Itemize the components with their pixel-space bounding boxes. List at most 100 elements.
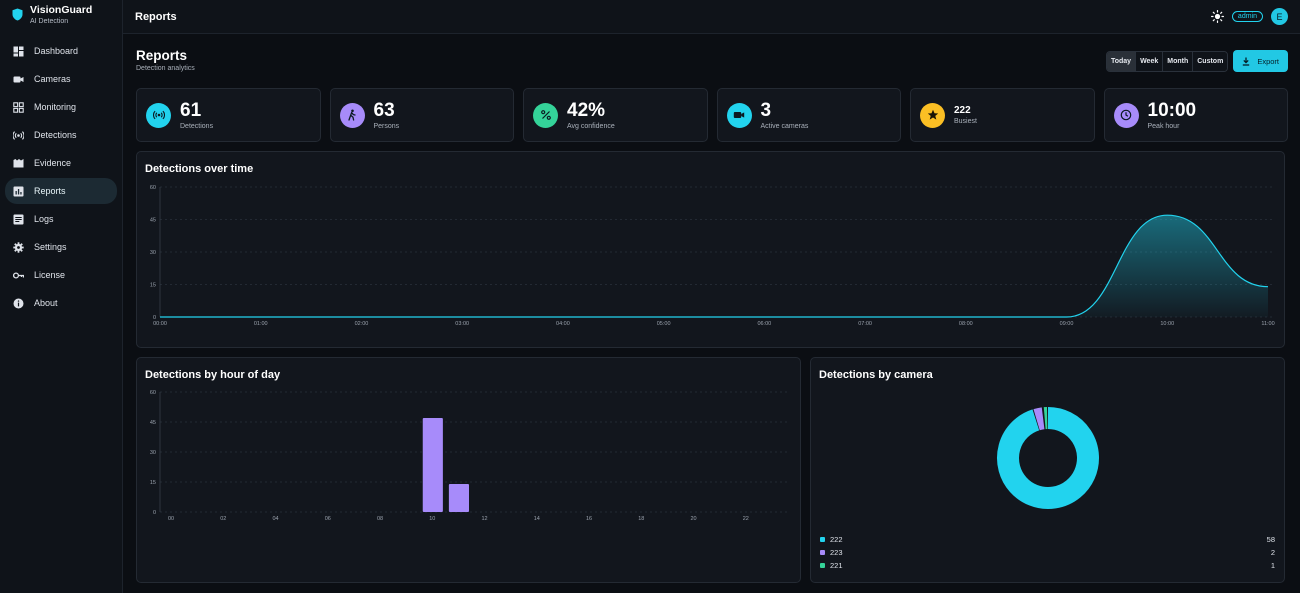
sidebar-item-detections[interactable]: Detections <box>5 122 117 148</box>
legend-swatch <box>820 563 825 568</box>
range-option-month[interactable]: Month <box>1163 51 1194 71</box>
x-tick-label: 11:00 <box>1261 321 1274 327</box>
sidebar-item-license[interactable]: License <box>5 262 117 288</box>
film-icon <box>13 158 24 169</box>
x-tick-label: 04 <box>273 516 279 522</box>
key-icon <box>13 270 24 281</box>
range-selector: Today Week Month Custom <box>1105 50 1229 72</box>
brand[interactable]: VisionGuard AI Detection <box>0 0 122 34</box>
stat-value: 42% <box>567 99 606 121</box>
sidebar-item-monitoring[interactable]: Monitoring <box>5 94 117 120</box>
detections-over-time-card: Detections over time 0 15 30 45 60 00:00 01:00… <box>136 151 1285 348</box>
y-tick-label: 0 <box>153 510 156 516</box>
sidebar-item-label: Detections <box>34 130 77 140</box>
legend-value: 1 <box>1270 561 1275 570</box>
stat-card: 10:00 Peak hour <box>1103 88 1288 142</box>
x-tick-label: 06 <box>325 516 331 522</box>
sidebar-item-label: Settings <box>34 242 67 252</box>
sidebar-item-reports[interactable]: Reports <box>5 178 117 204</box>
avatar[interactable]: E <box>1271 8 1288 25</box>
stats-row: 61 Detections 63 Persons 42% Avg confidence 3 A… <box>136 88 1288 142</box>
sidebar-item-settings[interactable]: Settings <box>5 234 117 260</box>
y-tick-label: 60 <box>150 390 156 396</box>
x-tick-label: 16 <box>586 516 592 522</box>
x-tick-label: 05:00 <box>657 321 671 327</box>
legend-item: 222 58 <box>820 533 1275 546</box>
sidebar-item-label: Evidence <box>34 158 72 168</box>
range-option-week[interactable]: Week <box>1136 51 1164 71</box>
dashboard-icon <box>13 46 24 57</box>
y-tick-label: 45 <box>150 218 156 224</box>
info-icon <box>13 298 24 309</box>
sun-icon[interactable] <box>1210 10 1224 23</box>
broadcast-icon <box>146 102 171 128</box>
stat-value: 3 <box>760 99 772 121</box>
sidebar-item-about[interactable]: About <box>5 290 117 316</box>
stat-value: 63 <box>373 99 395 121</box>
stat-card: 63 Persons <box>329 88 514 142</box>
x-tick-label: 07:00 <box>858 321 872 327</box>
y-tick-label: 60 <box>150 185 156 191</box>
stat-card: 61 Detections <box>136 88 321 142</box>
x-tick-label: 06:00 <box>757 321 771 327</box>
bar-chart-icon <box>13 186 24 197</box>
y-tick-label: 45 <box>150 420 156 426</box>
page-subtitle: Detection analytics <box>136 65 195 72</box>
y-tick-label: 30 <box>150 450 156 456</box>
export-button[interactable]: Export <box>1233 50 1288 72</box>
stat-value: 222 <box>954 105 971 116</box>
broadcast-icon <box>13 130 24 141</box>
detections-by-hour-chart: 0 15 30 45 60 00 02 04 06 08 10 12 14 16 18 20 22 <box>150 390 787 522</box>
legend-label: 223 <box>830 548 843 557</box>
x-tick-label: 10 <box>429 516 435 522</box>
sidebar-item-label: Logs <box>34 214 54 224</box>
bar <box>422 418 443 512</box>
legend-label: 222 <box>830 535 843 544</box>
legend-label: 221 <box>830 561 843 570</box>
range-option-custom[interactable]: Custom <box>1193 51 1228 71</box>
detections-over-time-chart: 01530456000:00 01:00 02:00 03:00 04:00 05:00 0… <box>150 185 1275 327</box>
legend-value: 2 <box>1270 548 1275 557</box>
stat-label: Busiest <box>954 118 977 125</box>
x-tick-label: 00:00 <box>153 321 167 327</box>
x-tick-label: 09:00 <box>1060 321 1074 327</box>
sidebar: VisionGuard AI Detection Dashboard Camera… <box>0 0 123 593</box>
range-option-today[interactable]: Today <box>1106 51 1137 71</box>
x-tick-label: 14 <box>534 516 540 522</box>
y-tick-label: 30 <box>150 250 156 256</box>
gear-icon <box>13 241 24 253</box>
sidebar-item-evidence[interactable]: Evidence <box>5 150 117 176</box>
legend-item: 221 1 <box>820 559 1275 572</box>
stat-value: 10:00 <box>1147 99 1197 121</box>
stat-card: 222 Busiest <box>910 88 1095 142</box>
sidebar-item-dashboard[interactable]: Dashboard <box>5 38 117 64</box>
legend-swatch <box>820 550 825 555</box>
x-tick-label: 01:00 <box>254 321 268 327</box>
x-tick-label: 08:00 <box>959 321 973 327</box>
x-tick-label: 08 <box>377 516 383 522</box>
sidebar-item-label: About <box>34 298 58 308</box>
sidebar-item-label: License <box>34 270 66 280</box>
percent-icon <box>533 102 558 128</box>
sidebar-item-cameras[interactable]: Cameras <box>5 66 117 92</box>
x-tick-label: 10:00 <box>1160 321 1174 327</box>
brand-subtitle: AI Detection <box>30 18 69 25</box>
sidebar-item-logs[interactable]: Logs <box>5 206 117 232</box>
video-icon <box>726 102 752 128</box>
legend-swatch <box>820 537 825 542</box>
sidebar-item-label: Monitoring <box>34 102 77 112</box>
donut-slice <box>1033 407 1045 431</box>
topbar-title: Reports <box>135 10 177 23</box>
page-content: Reports Detection analytics Today Week Mon… <box>123 34 1300 583</box>
stat-card: 42% Avg confidence <box>523 88 708 142</box>
detections-by-camera-chart <box>997 407 1099 509</box>
stat-card: 3 Active cameras <box>716 88 901 142</box>
donut-slice <box>997 407 1099 509</box>
camera-legend: 222 58 223 2 221 1 <box>820 533 1275 572</box>
stat-label: Persons <box>373 122 400 130</box>
x-tick-label: 00 <box>168 516 174 522</box>
sidebar-item-label: Dashboard <box>34 46 79 56</box>
legend-item: 223 2 <box>820 546 1275 559</box>
topbar: Reports admin E <box>123 0 1300 34</box>
export-label: Export <box>1257 56 1279 66</box>
